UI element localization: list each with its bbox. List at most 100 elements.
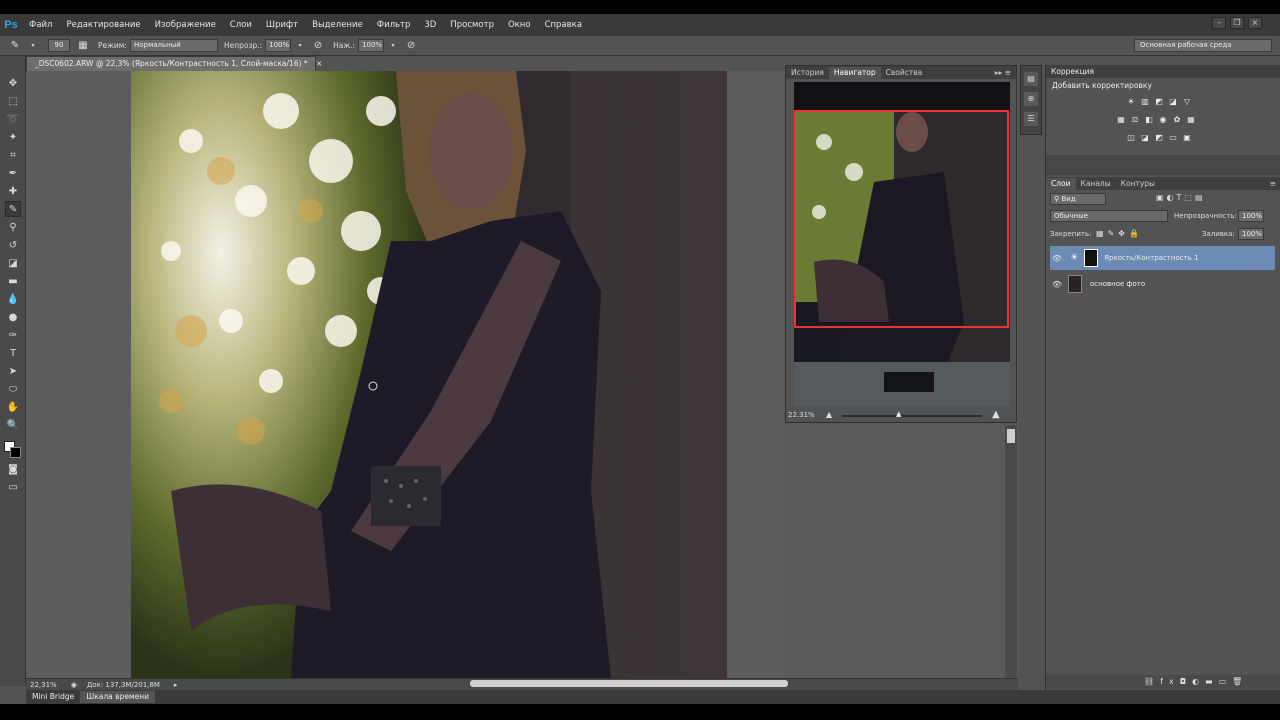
curves-icon[interactable]: ◩ [1154,97,1164,107]
type-tool-icon[interactable]: T [5,346,21,362]
layer-name[interactable]: основное фото [1090,280,1145,288]
menu-window[interactable]: Окно [501,20,538,30]
hue-saturation-icon[interactable]: ▦ [1116,115,1126,125]
document-tab[interactable]: _DSC0602.ARW @ 22,3% (Яркость/Контрастно… [26,56,322,71]
tab-history[interactable]: История [786,67,829,79]
horizontal-scroll-thumb[interactable] [470,680,788,687]
menu-filter[interactable]: Фильтр [370,20,418,30]
zoom-out-icon[interactable]: ▲ [826,410,832,419]
menu-type[interactable]: Шрифт [259,20,305,30]
layer-filter-icons[interactable]: ▣◐T⬚▤ [1156,193,1206,202]
navigator-zoom-value[interactable]: 22.31% [788,411,815,419]
layers-footer-icons[interactable]: ⛓fx◘◐▬▭🗑 [1144,677,1248,686]
zoom-level[interactable]: 22,31% [30,681,57,689]
panel-menu-icon[interactable]: ≡ [1265,178,1280,190]
chevron-down-icon[interactable]: ▾ [293,39,307,53]
mode-select[interactable]: Нормальный [129,39,218,52]
levels-icon[interactable]: ▥ [1140,97,1150,107]
tab-navigator[interactable]: Навигатор [828,67,881,79]
layer-thumbnail[interactable] [1068,275,1082,293]
brightness-icon[interactable]: ☀ [1126,97,1136,107]
dodge-tool-icon[interactable]: ● [5,310,21,326]
healing-tool-icon[interactable]: ✚ [5,184,21,200]
menu-file[interactable]: Файл [22,20,59,30]
airbrush-icon[interactable]: ⊘ [404,39,418,53]
zoom-slider[interactable] [842,415,982,417]
gradient-map-icon[interactable]: ▭ [1168,133,1178,143]
layer-opacity-input[interactable]: 100% [1238,210,1264,222]
eraser-tool-icon[interactable]: ◪ [5,256,21,272]
crop-tool-icon[interactable]: ⌗ [5,148,21,164]
navigator-panel-icon[interactable]: ⊕ [1024,92,1038,106]
zoom-tool-icon[interactable]: 🔍 [5,418,21,434]
panel-menu-icon[interactable]: ▸▸ ≡ [990,67,1016,79]
color-balance-icon[interactable]: ⚖ [1130,115,1140,125]
navigator-view-box[interactable] [794,110,1009,328]
pressure-opacity-icon[interactable]: ⊘ [311,39,325,53]
blend-mode-select[interactable]: Обычные [1050,210,1168,222]
background-color-swatch[interactable] [10,447,21,458]
menu-edit[interactable]: Редактирование [59,20,147,30]
menu-layers[interactable]: Слои [223,20,259,30]
lasso-tool-icon[interactable]: ➰ [5,112,21,128]
blur-tool-icon[interactable]: 💧 [5,292,21,308]
correction-panel-tab[interactable]: Коррекция [1046,65,1280,78]
tab-timeline[interactable]: Шкала времени [80,691,155,703]
tab-layers[interactable]: Слои [1046,178,1076,190]
tab-mini-bridge[interactable]: Mini Bridge [26,691,80,703]
flow-input[interactable]: 100% [358,39,385,52]
fill-input[interactable]: 100% [1238,228,1264,240]
pen-tool-icon[interactable]: ✑ [5,328,21,344]
close-icon[interactable]: × [1248,17,1262,29]
menu-image[interactable]: Изображение [148,20,223,30]
lock-icons[interactable]: ▦✎✥🔒 [1096,229,1143,238]
history-brush-tool-icon[interactable]: ↺ [5,238,21,254]
black-white-icon[interactable]: ◧ [1144,115,1154,125]
selective-color-icon[interactable]: ▣ [1182,133,1192,143]
hand-tool-icon[interactable]: ✋ [5,400,21,416]
eye-icon[interactable]: 👁 [1050,254,1064,263]
posterize-icon[interactable]: ◪ [1140,133,1150,143]
document-info[interactable]: Док: 137,3M/201,8M [87,681,160,689]
color-lookup-icon[interactable]: ▦ [1186,115,1196,125]
layer-row[interactable]: 👁 ☀ Яркость/Контрастность 1 [1050,246,1275,270]
zoom-in-icon[interactable]: ▲ [992,409,1000,420]
move-tool-icon[interactable]: ✥ [5,76,21,92]
brush-panel-icon[interactable]: ▦ [76,39,90,53]
eyedropper-tool-icon[interactable]: ✒ [5,166,21,182]
chevron-down-icon[interactable]: ▾ [386,39,400,53]
tab-properties[interactable]: Свойства [881,67,928,79]
gradient-tool-icon[interactable]: ▬ [5,274,21,290]
quick-select-tool-icon[interactable]: ✦ [5,130,21,146]
minimize-icon[interactable]: – [1212,17,1226,29]
image-canvas[interactable] [131,71,727,678]
quick-mask-icon[interactable]: ◙ [5,462,21,478]
marquee-tool-icon[interactable]: ⬚ [5,94,21,110]
menu-view[interactable]: Просмотр [443,20,501,30]
eye-icon[interactable]: 👁 [1050,280,1064,289]
workspace-select[interactable]: Основная рабочая среда [1134,39,1272,52]
history-panel-icon[interactable]: ▤ [1024,72,1038,86]
brush-tool-icon[interactable]: ✎ [5,201,21,217]
status-menu-icon[interactable]: ▸ [174,681,178,689]
vertical-scroll-thumb[interactable] [1007,429,1015,443]
screen-mode-icon[interactable]: ▭ [5,480,21,496]
status-icon[interactable]: ◉ [71,681,77,689]
invert-icon[interactable]: ◫ [1126,133,1136,143]
threshold-icon[interactable]: ◩ [1154,133,1164,143]
exposure-icon[interactable]: ◪ [1168,97,1178,107]
close-tab-icon[interactable]: × [316,59,322,68]
menu-help[interactable]: Справка [538,20,589,30]
layer-mask-thumbnail[interactable] [1084,249,1099,267]
vertical-scrollbar[interactable] [1005,425,1017,678]
brush-tool-preset-icon[interactable]: ✎ [8,39,22,53]
restore-icon[interactable]: ❐ [1230,17,1244,29]
chevron-down-icon[interactable]: ▾ [26,39,40,53]
zoom-slider-handle-icon[interactable]: ▲ [896,410,901,418]
tab-channels[interactable]: Каналы [1076,178,1116,190]
opacity-input[interactable]: 100% [265,39,292,52]
shape-tool-icon[interactable]: ⬭ [5,382,21,398]
layer-name[interactable]: Яркость/Контрастность 1 [1104,254,1198,262]
tab-paths[interactable]: Контуры [1116,178,1160,190]
stamp-tool-icon[interactable]: ⚲ [5,220,21,236]
